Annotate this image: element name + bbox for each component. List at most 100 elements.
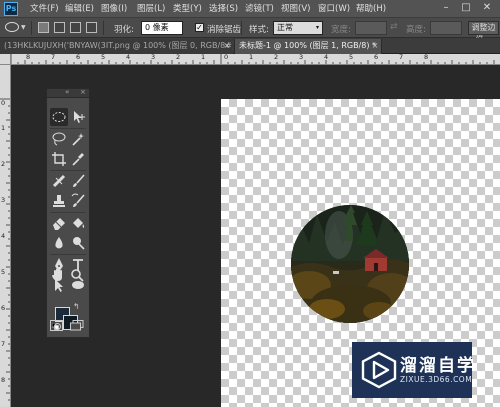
collapse-icon[interactable]: « xyxy=(65,88,69,96)
watermark-url: ZIXUE.3D66.COM xyxy=(400,375,473,384)
tools-panel-header[interactable]: « × xyxy=(47,88,89,98)
ruler-label: 4 xyxy=(126,54,131,61)
swap-dimensions-icon: ⇄ xyxy=(390,22,398,32)
ruler-label: 8 xyxy=(1,376,6,384)
antialias-checkbox[interactable]: ✓ xyxy=(195,23,204,32)
ruler-label: 7 xyxy=(399,54,404,61)
close-icon[interactable]: × xyxy=(80,88,86,96)
ruler-label: 7 xyxy=(1,340,6,348)
clone-stamp-icon[interactable] xyxy=(50,192,68,210)
separator xyxy=(31,21,32,35)
quick-mask-icon[interactable] xyxy=(50,320,63,331)
ruler-label: 0 xyxy=(1,99,6,107)
zoom-icon[interactable] xyxy=(68,266,86,284)
swap-colors-icon[interactable]: ↰ xyxy=(73,302,80,311)
ruler-label: 8 xyxy=(424,54,429,61)
tab-document-1[interactable]: (13HKLKUJUXH('BNYAW(3IT.png @ 100% (图层 0… xyxy=(0,39,233,54)
feather-input[interactable]: 0 像素 xyxy=(141,21,183,35)
subtract-from-selection-icon[interactable] xyxy=(70,22,81,33)
ruler-horizontal[interactable]: 8 7 6 5 4 3 2 1 0 1 2 3 4 5 6 7 8 xyxy=(0,54,500,65)
hand-icon[interactable] xyxy=(49,266,67,284)
ruler-label: 1 xyxy=(1,124,6,132)
width-label: 宽度: xyxy=(331,25,351,35)
menu-help[interactable]: 帮助(H) xyxy=(356,3,386,15)
menu-select[interactable]: 选择(S) xyxy=(209,3,238,15)
ruler-label: 6 xyxy=(374,54,379,61)
close-icon[interactable]: ✕ xyxy=(480,2,494,14)
ruler-vertical[interactable]: 0 1 2 3 4 5 6 7 8 xyxy=(0,65,11,407)
brush-icon[interactable] xyxy=(69,172,87,190)
options-bar: ▼ 羽化: 0 像素 ✓ 消除锯齿 样式: 正常 ▾ 宽度: ⇄ 高度: 调整边… xyxy=(0,18,500,44)
photoshop-logo: Ps xyxy=(4,2,18,16)
ruler-label: 7 xyxy=(51,54,56,61)
lasso-icon[interactable] xyxy=(50,130,68,148)
refine-edge-button[interactable]: 调整边缘... xyxy=(468,21,499,44)
tab-label: (13HKLKUJUXH('BNYAW(3IT.png @ 100% (图层 0… xyxy=(4,41,233,50)
height-label: 高度: xyxy=(406,25,426,35)
separator xyxy=(50,212,86,213)
new-selection-icon[interactable] xyxy=(38,22,49,33)
menu-view[interactable]: 视图(V) xyxy=(281,3,310,15)
history-brush-icon[interactable] xyxy=(69,192,87,210)
ruler-label: 5 xyxy=(1,268,6,276)
ruler-label: 3 xyxy=(299,54,304,61)
menu-edit[interactable]: 编辑(E) xyxy=(65,3,94,15)
ruler-label: 5 xyxy=(101,54,106,61)
tab-close-icon[interactable]: × xyxy=(222,39,232,54)
watermark-badge: 溜溜自学 ZIXUE.3D66.COM xyxy=(352,342,474,398)
menu-filter[interactable]: 滤镜(T) xyxy=(245,3,274,15)
menu-window[interactable]: 窗口(W) xyxy=(318,3,350,15)
ruler-label: 2 xyxy=(274,54,279,61)
width-input xyxy=(355,21,387,35)
tool-preset-ellipse-icon[interactable] xyxy=(5,22,19,32)
intersect-selection-icon[interactable] xyxy=(86,22,97,33)
ruler-label: 6 xyxy=(1,304,6,312)
elliptical-marquee-icon[interactable] xyxy=(50,108,68,126)
ruler-label: 3 xyxy=(151,54,156,61)
ruler-label: 5 xyxy=(349,54,354,61)
chevron-down-icon[interactable]: ▼ xyxy=(21,24,26,31)
separator xyxy=(50,254,86,255)
eraser-icon[interactable] xyxy=(50,214,68,232)
blur-icon[interactable] xyxy=(50,234,68,252)
tools-panel: « × ↰ xyxy=(46,88,90,338)
magic-wand-icon[interactable] xyxy=(69,130,87,148)
paint-bucket-icon[interactable] xyxy=(69,214,87,232)
chevron-down-icon: ▾ xyxy=(315,24,319,31)
crop-icon[interactable] xyxy=(50,150,68,168)
ruler-label: 3 xyxy=(1,196,6,204)
ruler-origin[interactable] xyxy=(0,54,11,65)
separator xyxy=(241,21,242,35)
separator xyxy=(103,21,104,35)
dodge-icon[interactable] xyxy=(69,234,87,252)
watermark-title: 溜溜自学 xyxy=(400,356,476,376)
separator xyxy=(50,170,86,171)
style-select[interactable]: 正常 ▾ xyxy=(273,21,323,35)
ruler-label: 1 xyxy=(201,54,206,61)
healing-brush-icon[interactable] xyxy=(50,172,68,190)
minimize-icon[interactable]: – xyxy=(440,2,452,14)
add-to-selection-icon[interactable] xyxy=(54,22,65,33)
separator xyxy=(50,128,86,129)
screen-mode-icon[interactable] xyxy=(70,320,84,331)
style-label: 样式: xyxy=(249,25,269,35)
watermark-play-logo xyxy=(360,351,398,389)
tab-close-icon[interactable]: × xyxy=(370,39,380,54)
maximize-icon[interactable]: □ xyxy=(460,2,472,14)
menu-image[interactable]: 图像(I) xyxy=(101,3,127,15)
antialias-label: 消除锯齿 xyxy=(207,25,242,35)
move-icon[interactable] xyxy=(69,108,87,126)
ruler-label: 4 xyxy=(324,54,329,61)
feather-label: 羽化: xyxy=(114,25,134,35)
tab-document-2[interactable]: 未标题-1 @ 100% (图层 1, RGB/8) * xyxy=(234,39,382,54)
style-select-value: 正常 xyxy=(277,23,293,32)
forest-cabin-image xyxy=(291,205,409,323)
menu-bar: Ps 文件(F) 编辑(E) 图像(I) 图层(L) 类型(Y) 选择(S) 滤… xyxy=(0,0,500,18)
menu-type[interactable]: 类型(Y) xyxy=(173,3,202,15)
menu-file[interactable]: 文件(F) xyxy=(30,3,59,15)
circular-photo-layer[interactable] xyxy=(291,205,409,323)
eyedropper-icon[interactable] xyxy=(69,150,87,168)
menu-layer[interactable]: 图层(L) xyxy=(137,3,165,15)
ruler-label: 4 xyxy=(1,232,6,240)
tab-label: 未标题-1 @ 100% (图层 1, RGB/8) * xyxy=(239,41,377,50)
